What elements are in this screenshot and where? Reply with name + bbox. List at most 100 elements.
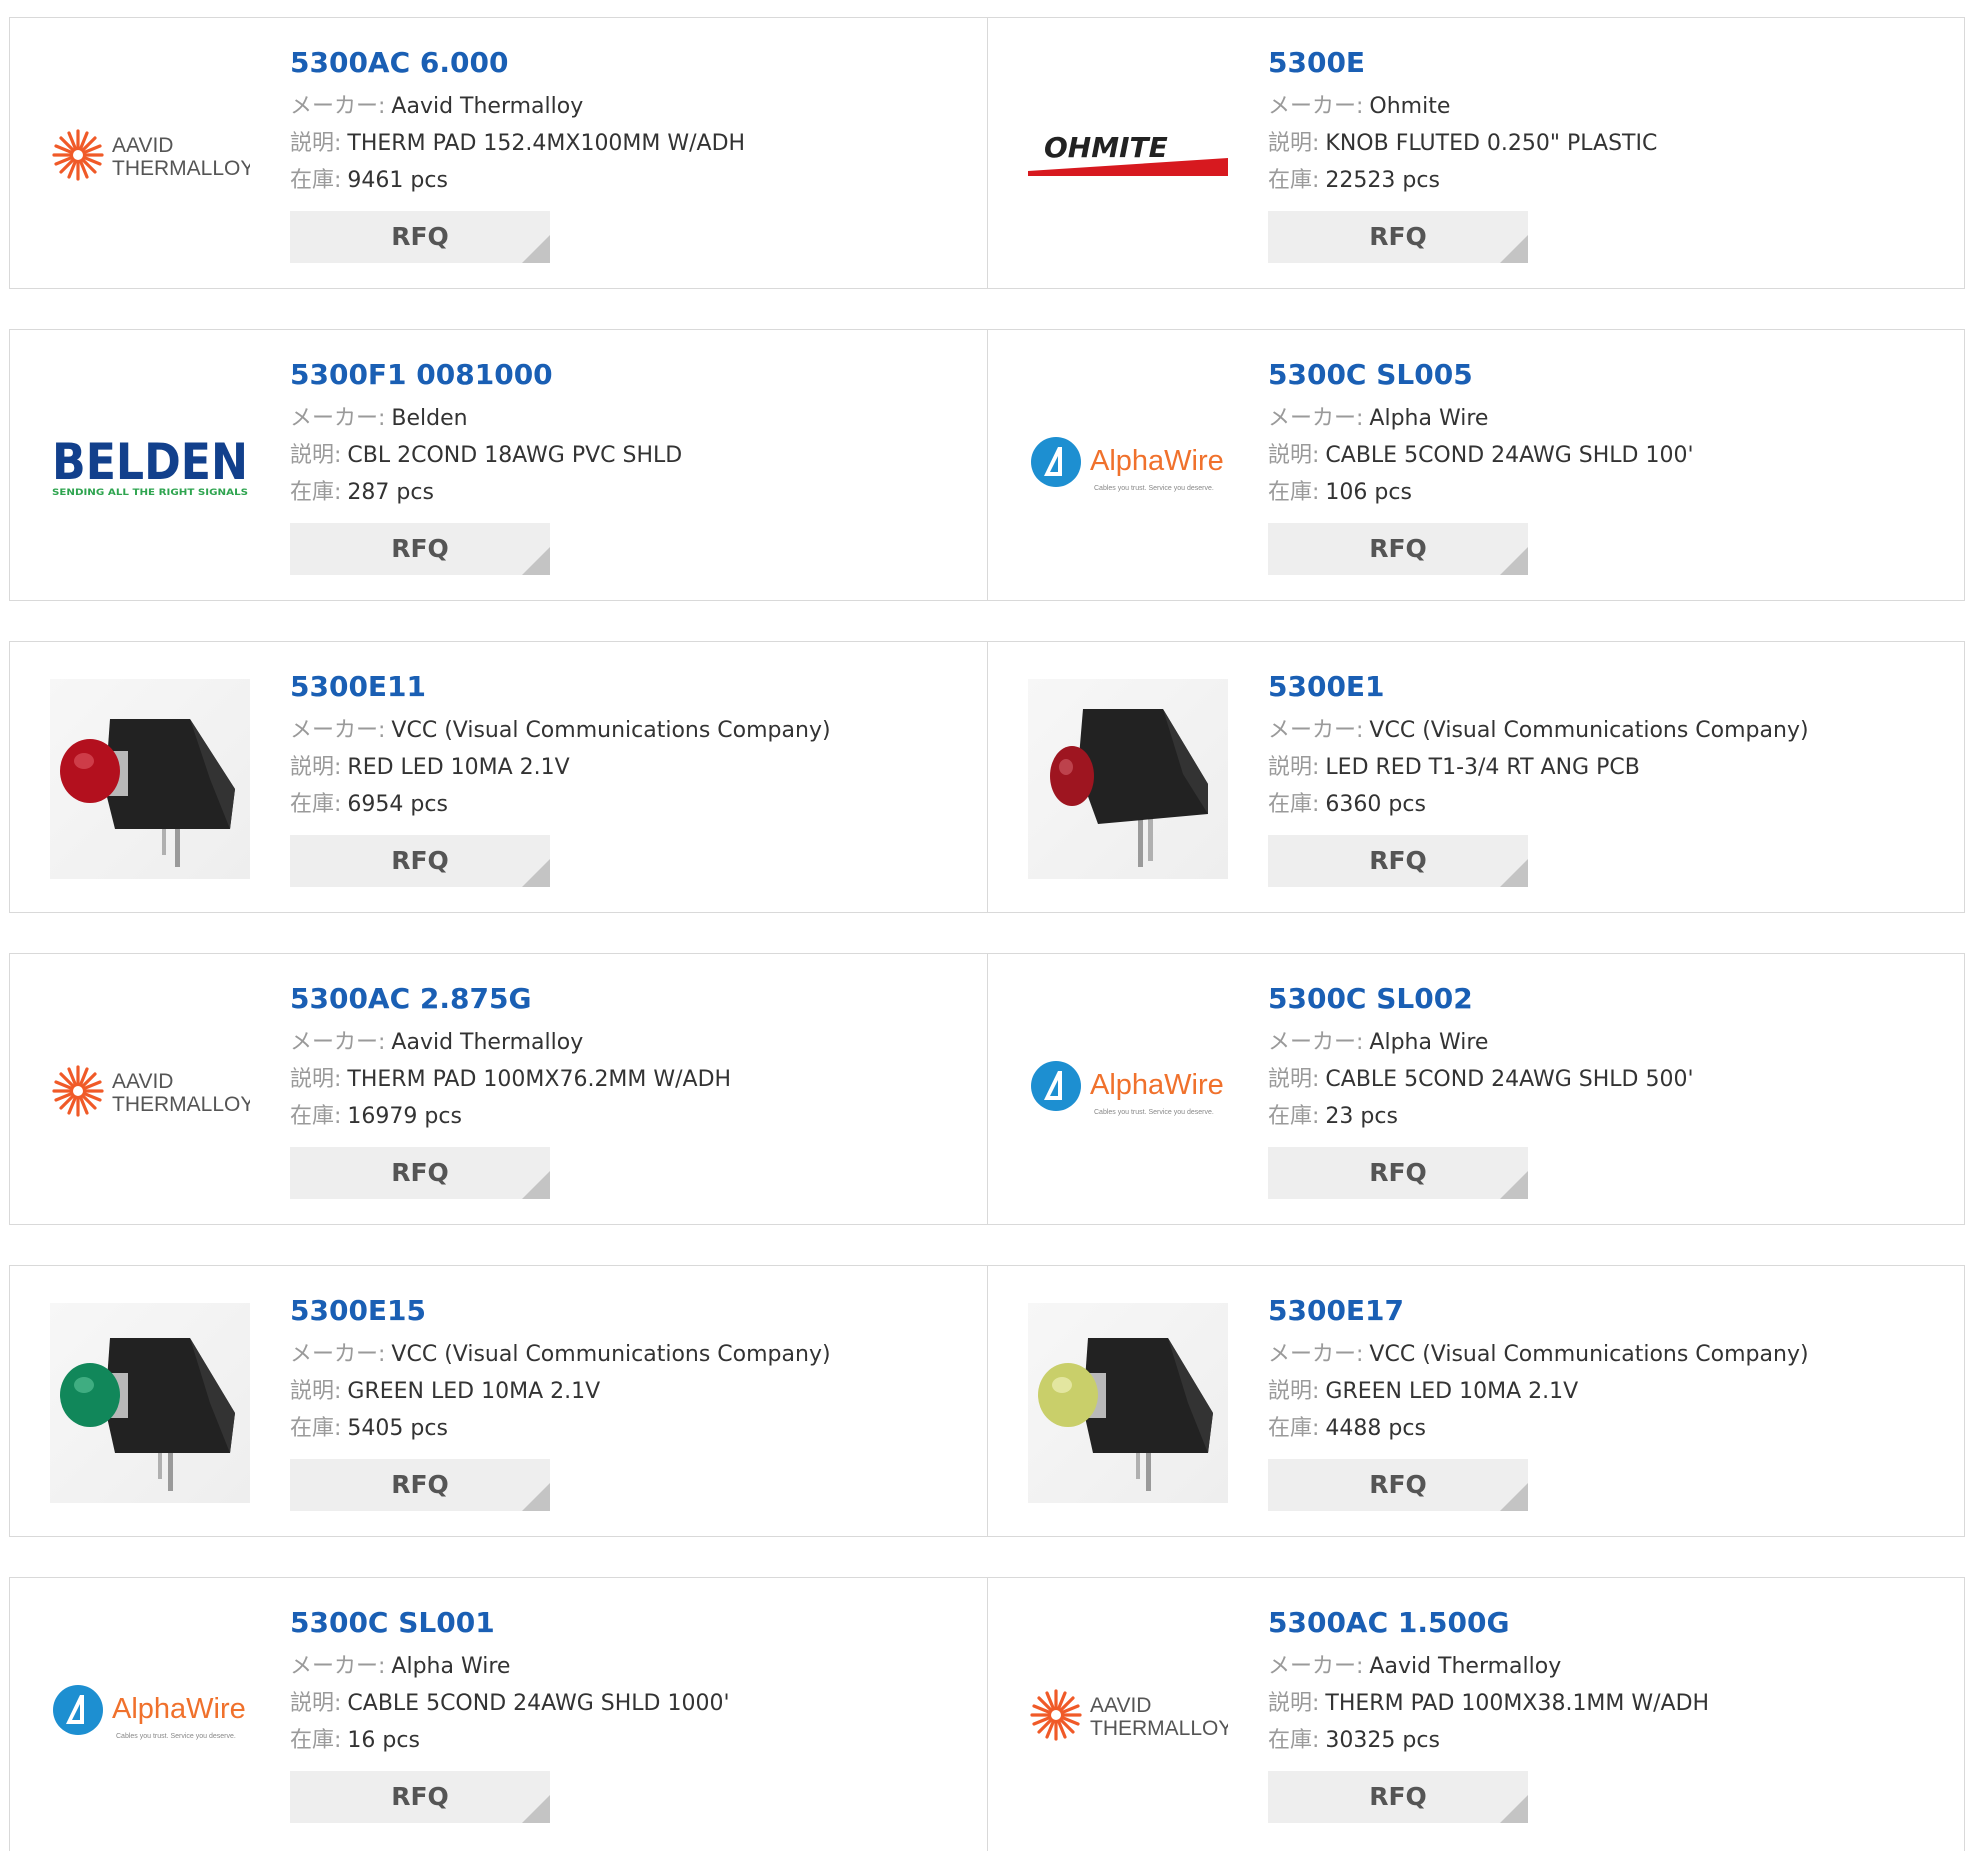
product-card: 5300E15 メーカー: VCC (Visual Communications … — [10, 1266, 987, 1536]
part-number-link[interactable]: 5300AC 1.500G — [1268, 1606, 1948, 1640]
svg-text:AAVID: AAVID — [1090, 1694, 1151, 1717]
product-card: 5300E1 メーカー: VCC (Visual Communications C… — [988, 642, 1965, 912]
rfq-label: RFQ — [1369, 1470, 1427, 1499]
stock-label: 在庫: — [1268, 168, 1320, 193]
corner-decoration — [522, 235, 550, 263]
product-card: OHMITE 5300E メーカー: Ohmite 説明: KNOB FLUTED … — [988, 18, 1965, 288]
rfq-button[interactable]: RFQ — [1268, 1771, 1528, 1823]
part-number-link[interactable]: 5300F1 0081000 — [290, 358, 970, 392]
alphawire-logo[interactable]: AlphaWire Cables you trust. Service you … — [1028, 367, 1228, 567]
stock-field: 在庫: 5405 pcs — [290, 1410, 970, 1447]
part-number-link[interactable]: 5300E15 — [290, 1294, 970, 1328]
stock-field: 在庫: 287 pcs — [290, 474, 970, 511]
part-number-link[interactable]: 5300E17 — [1268, 1294, 1948, 1328]
product-info: 5300AC 6.000 メーカー: Aavid Thermalloy 説明: TH… — [290, 46, 970, 263]
rfq-button[interactable]: RFQ — [290, 211, 550, 263]
product-info: 5300C SL005 メーカー: Alpha Wire 説明: CABLE 5CO… — [1268, 358, 1948, 575]
product-card: 5300E17 メーカー: VCC (Visual Communications … — [988, 1266, 1965, 1536]
rfq-button[interactable]: RFQ — [290, 1147, 550, 1199]
green-led-photo[interactable] — [50, 1303, 250, 1503]
stock-field: 在庫: 16 pcs — [290, 1722, 970, 1759]
corner-decoration — [1500, 235, 1528, 263]
stock-field: 在庫: 23 pcs — [1268, 1098, 1948, 1135]
description-field: 説明: THERM PAD 100MX76.2MM W/ADH — [290, 1061, 970, 1098]
description-field: 説明: LED RED T1-3/4 RT ANG PCB — [1268, 749, 1948, 786]
description-value: THERM PAD 152.4MX100MM W/ADH — [347, 131, 746, 156]
manufacturer-value: Alpha Wire — [391, 1654, 511, 1679]
belden-logo[interactable]: BELDEN SENDING ALL THE RIGHT SIGNALS — [50, 367, 250, 567]
description-value: LED RED T1-3/4 RT ANG PCB — [1325, 755, 1640, 780]
product-row: 5300E15 メーカー: VCC (Visual Communications … — [9, 1265, 1965, 1537]
corner-decoration — [1500, 859, 1528, 887]
manufacturer-value: Ohmite — [1369, 94, 1451, 119]
manufacturer-label: メーカー: — [1268, 94, 1364, 119]
rfq-button[interactable]: RFQ — [290, 835, 550, 887]
manufacturer-field: メーカー: Aavid Thermalloy — [290, 1024, 970, 1061]
description-label: 説明: — [290, 755, 342, 780]
rfq-button[interactable]: RFQ — [1268, 835, 1528, 887]
rfq-button[interactable]: RFQ — [290, 1459, 550, 1511]
corner-decoration — [1500, 1795, 1528, 1823]
stock-field: 在庫: 22523 pcs — [1268, 162, 1948, 199]
rfq-button[interactable]: RFQ — [1268, 523, 1528, 575]
svg-text:OHMITE: OHMITE — [1044, 131, 1168, 164]
manufacturer-field: メーカー: Ohmite — [1268, 88, 1948, 125]
yellow-green-led-photo[interactable] — [1028, 1303, 1228, 1503]
part-number-link[interactable]: 5300C SL002 — [1268, 982, 1948, 1016]
rfq-button[interactable]: RFQ — [1268, 1459, 1528, 1511]
ohmite-logo[interactable]: OHMITE — [1028, 55, 1228, 255]
part-number-link[interactable]: 5300E1 — [1268, 670, 1948, 704]
aavid-thermalloy-logo[interactable]: AAVID THERMALLOY — [50, 55, 250, 255]
aavid-thermalloy-logo[interactable]: AAVID THERMALLOY — [50, 991, 250, 1191]
part-number-link[interactable]: 5300E11 — [290, 670, 970, 704]
product-info: 5300C SL001 メーカー: Alpha Wire 説明: CABLE 5CO… — [290, 1606, 970, 1823]
product-info: 5300C SL002 メーカー: Alpha Wire 説明: CABLE 5CO… — [1268, 982, 1948, 1199]
manufacturer-label: メーカー: — [290, 1654, 386, 1679]
stock-label: 在庫: — [290, 1416, 342, 1441]
svg-text:AlphaWire: AlphaWire — [1090, 445, 1224, 477]
rfq-label: RFQ — [1369, 1158, 1427, 1187]
rfq-button[interactable]: RFQ — [1268, 211, 1528, 263]
stock-value: 23 pcs — [1325, 1104, 1398, 1129]
rfq-label: RFQ — [391, 1158, 449, 1187]
part-number-link[interactable]: 5300E — [1268, 46, 1948, 80]
aavid-thermalloy-logo[interactable]: AAVID THERMALLOY — [1028, 1615, 1228, 1815]
svg-text:BELDEN: BELDEN — [52, 435, 248, 491]
part-number-link[interactable]: 5300C SL005 — [1268, 358, 1948, 392]
manufacturer-value: Aavid Thermalloy — [391, 94, 584, 119]
rfq-label: RFQ — [391, 1470, 449, 1499]
description-label: 説明: — [290, 131, 342, 156]
product-row: AAVID THERMALLOY 5300AC 2.875G メーカー: Aavi… — [9, 953, 1965, 1225]
rfq-button[interactable]: RFQ — [1268, 1147, 1528, 1199]
alphawire-logo[interactable]: AlphaWire Cables you trust. Service you … — [1028, 991, 1228, 1191]
product-card: BELDEN SENDING ALL THE RIGHT SIGNALS 530… — [10, 330, 987, 600]
part-number-link[interactable]: 5300AC 2.875G — [290, 982, 970, 1016]
rfq-label: RFQ — [1369, 222, 1427, 251]
stock-value: 4488 pcs — [1325, 1416, 1426, 1441]
rfq-button[interactable]: RFQ — [290, 523, 550, 575]
manufacturer-label: メーカー: — [1268, 406, 1364, 431]
stock-field: 在庫: 16979 pcs — [290, 1098, 970, 1135]
description-label: 説明: — [1268, 1691, 1320, 1716]
rfq-label: RFQ — [1369, 846, 1427, 875]
corner-decoration — [1500, 547, 1528, 575]
alphawire-logo[interactable]: AlphaWire Cables you trust. Service you … — [50, 1615, 250, 1815]
description-value: GREEN LED 10MA 2.1V — [347, 1379, 601, 1404]
svg-text:THERMALLOY: THERMALLOY — [1090, 1717, 1228, 1740]
manufacturer-field: メーカー: VCC (Visual Communications Company) — [1268, 1336, 1948, 1373]
product-row: AAVID THERMALLOY 5300AC 6.000 メーカー: Aavid… — [9, 17, 1965, 289]
manufacturer-label: メーカー: — [290, 406, 386, 431]
manufacturer-label: メーカー: — [290, 718, 386, 743]
rfq-button[interactable]: RFQ — [290, 1771, 550, 1823]
red-led-photo[interactable] — [50, 679, 250, 879]
stock-label: 在庫: — [290, 792, 342, 817]
manufacturer-value: Alpha Wire — [1369, 406, 1489, 431]
red-led-photo[interactable] — [1028, 679, 1228, 879]
description-label: 説明: — [290, 1691, 342, 1716]
product-grid: AAVID THERMALLOY 5300AC 6.000 メーカー: Aavid… — [0, 0, 1965, 1851]
manufacturer-field: メーカー: VCC (Visual Communications Company) — [290, 1336, 970, 1373]
stock-field: 在庫: 6360 pcs — [1268, 786, 1948, 823]
part-number-link[interactable]: 5300C SL001 — [290, 1606, 970, 1640]
part-number-link[interactable]: 5300AC 6.000 — [290, 46, 970, 80]
stock-value: 6954 pcs — [347, 792, 448, 817]
